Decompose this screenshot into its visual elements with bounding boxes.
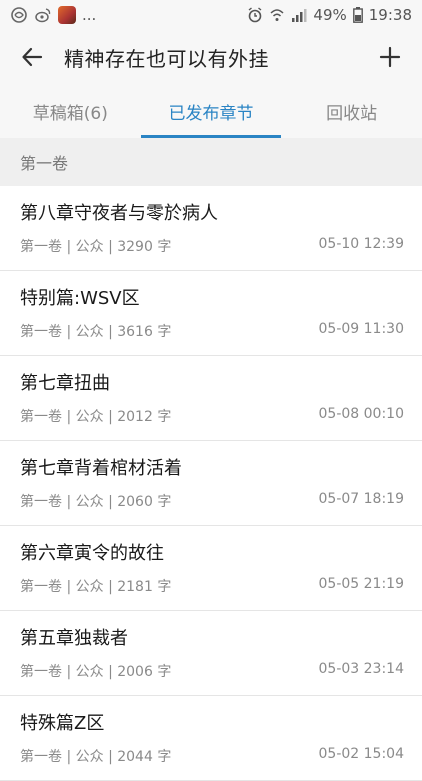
chapter-title: 第八章守夜者与零於病人 xyxy=(20,203,218,224)
tab-drafts[interactable]: 草稿箱(6) xyxy=(0,84,141,138)
chapter-list: 第八章守夜者与零於病人 第一卷 | 公众 | 3290 字 05-10 12:39… xyxy=(0,186,422,781)
chapter-item[interactable]: 第六章寅令的故往 第一卷 | 公众 | 2181 字 05-05 21:19 xyxy=(0,526,422,611)
volume-section-header: 第一卷 xyxy=(0,138,422,186)
chapter-title: 特别篇:WSV区 xyxy=(20,288,140,309)
chapter-date: 05-10 12:39 xyxy=(318,236,404,252)
weibo-icon xyxy=(34,6,52,24)
chapter-title: 特殊篇Z区 xyxy=(20,713,105,734)
chapter-item[interactable]: 特殊篇Z区 第一卷 | 公众 | 2044 字 05-02 15:04 xyxy=(0,696,422,781)
chapter-date: 05-03 23:14 xyxy=(318,661,404,677)
chapter-meta: 第一卷 | 公众 | 2044 字 xyxy=(20,749,172,765)
chapter-tabs: 草稿箱(6) 已发布章节 回收站 xyxy=(0,84,422,138)
chapter-title: 第七章扭曲 xyxy=(20,373,110,394)
chapter-date: 05-09 11:30 xyxy=(318,321,404,337)
clock: 19:38 xyxy=(368,6,412,24)
battery-percent: 49% xyxy=(313,6,347,24)
battery-icon xyxy=(352,7,363,23)
plus-icon xyxy=(379,46,401,68)
chapter-meta: 第一卷 | 公众 | 3616 字 xyxy=(20,324,172,340)
chapter-item[interactable]: 第七章背着棺材活着 第一卷 | 公众 | 2060 字 05-07 18:19 xyxy=(0,441,422,526)
alarm-icon xyxy=(247,7,263,23)
game-app-icon xyxy=(58,6,76,24)
chapter-date: 05-02 15:04 xyxy=(318,746,404,762)
chapter-title: 第五章独裁者 xyxy=(20,628,128,649)
chapter-item[interactable]: 第七章扭曲 第一卷 | 公众 | 2012 字 05-08 00:10 xyxy=(0,356,422,441)
more-notifications-indicator: ... xyxy=(82,6,97,24)
chapter-meta: 第一卷 | 公众 | 2006 字 xyxy=(20,664,172,680)
chapter-meta: 第一卷 | 公众 | 2181 字 xyxy=(20,579,172,595)
wifi-icon xyxy=(269,7,285,23)
chapter-item[interactable]: 第八章守夜者与零於病人 第一卷 | 公众 | 3290 字 05-10 12:39 xyxy=(0,186,422,271)
signal-icon xyxy=(291,7,307,23)
chapter-date: 05-07 18:19 xyxy=(318,491,404,507)
chapter-title: 第七章背着棺材活着 xyxy=(20,458,182,479)
chapter-item[interactable]: 第五章独裁者 第一卷 | 公众 | 2006 字 05-03 23:14 xyxy=(0,611,422,696)
arrow-left-icon xyxy=(22,47,43,67)
chapter-date: 05-05 21:19 xyxy=(318,576,404,592)
chapter-meta: 第一卷 | 公众 | 2012 字 xyxy=(20,409,172,425)
status-bar: ... 49% 19:38 xyxy=(0,0,422,30)
chapter-item[interactable]: 特别篇:WSV区 第一卷 | 公众 | 3616 字 05-09 11:30 xyxy=(0,271,422,356)
status-bar-left: ... xyxy=(10,6,96,24)
chapter-meta: 第一卷 | 公众 | 2060 字 xyxy=(20,494,172,510)
swirl-app-icon xyxy=(10,6,28,24)
chapter-title: 第六章寅令的故往 xyxy=(20,543,164,564)
tab-published-chapters[interactable]: 已发布章节 xyxy=(140,84,282,138)
add-chapter-button[interactable] xyxy=(358,30,422,84)
tab-recycle-bin[interactable]: 回收站 xyxy=(281,84,422,138)
page-title: 精神存在也可以有外挂 xyxy=(64,46,269,71)
status-bar-right: 49% 19:38 xyxy=(247,6,412,24)
chapter-meta: 第一卷 | 公众 | 3290 字 xyxy=(20,239,172,255)
app-header: 精神存在也可以有外挂 xyxy=(0,30,422,84)
back-button[interactable] xyxy=(0,30,64,84)
chapter-date: 05-08 00:10 xyxy=(318,406,404,422)
